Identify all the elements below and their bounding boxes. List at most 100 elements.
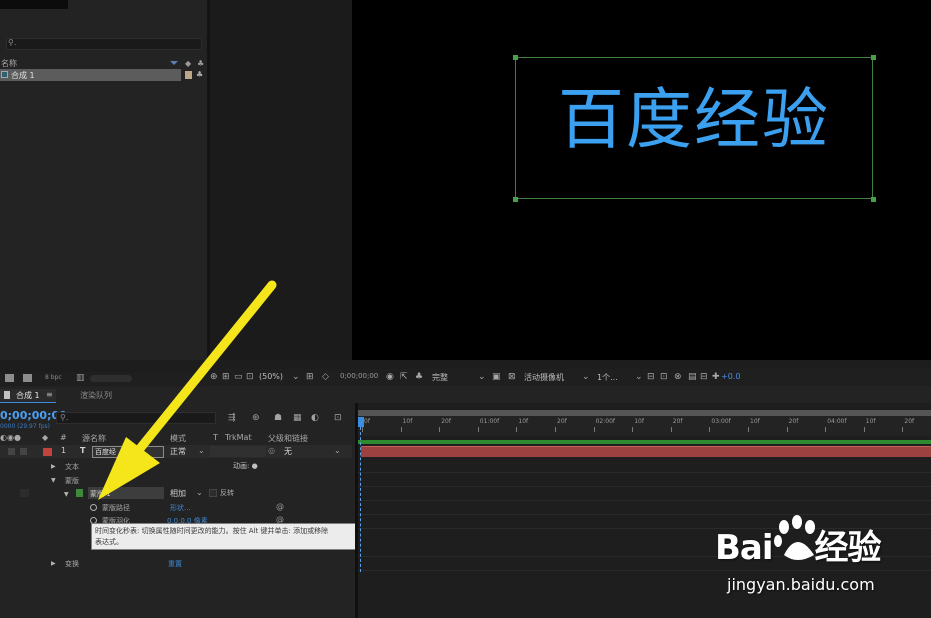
new-comp-icon[interactable] bbox=[23, 374, 32, 382]
mask-path-property[interactable]: 蒙版路径 bbox=[102, 503, 130, 513]
collapse-masks-triangle[interactable]: ▼ bbox=[51, 477, 56, 484]
project-scrollbar[interactable] bbox=[90, 375, 132, 382]
transform-reset[interactable]: 重置 bbox=[168, 559, 182, 569]
layer-label-color[interactable] bbox=[43, 448, 52, 456]
expand-text-triangle[interactable]: ▶ bbox=[51, 463, 56, 470]
expression-icon[interactable]: @ bbox=[276, 502, 284, 511]
folder-icon[interactable] bbox=[5, 374, 14, 382]
show-snapshot-icon[interactable]: ⇱ bbox=[400, 372, 408, 382]
project-column-header[interactable]: 名称 ◆ ♣ bbox=[0, 57, 207, 69]
chevron-down-icon[interactable]: ⌄ bbox=[292, 372, 300, 382]
monitor-icon[interactable]: ▭ bbox=[234, 372, 243, 382]
comp-mini-flowchart-icon[interactable]: ⇶ bbox=[228, 413, 236, 423]
collapse-mask1-triangle[interactable]: ▼ bbox=[64, 491, 69, 498]
text-property[interactable]: 文本 bbox=[65, 462, 79, 472]
playhead-handle[interactable] bbox=[358, 417, 364, 427]
parent-dropdown[interactable]: 无 bbox=[284, 446, 292, 457]
trkmat-column[interactable]: TrkMat bbox=[225, 433, 252, 442]
dependency-tree-icon[interactable]: ♣ bbox=[197, 59, 204, 68]
parent-column[interactable]: 父级和链接 bbox=[268, 433, 308, 444]
fast-preview-icon[interactable]: ▤ bbox=[688, 372, 697, 382]
mask-mode-dropdown[interactable]: 相加 bbox=[170, 488, 186, 499]
stopwatch-icon[interactable] bbox=[90, 504, 97, 511]
label-color-swatch[interactable] bbox=[185, 71, 192, 79]
expand-transform-triangle[interactable]: ▶ bbox=[51, 560, 56, 567]
magnify-icon[interactable]: ⊕ bbox=[210, 372, 218, 382]
pickwhip-icon[interactable]: ◎ bbox=[268, 446, 275, 455]
layer-row-1[interactable]: 1 T 百度经 正常 ⌄ ◎ 无 ⌄ bbox=[0, 445, 352, 458]
chevron-down-icon[interactable]: ⌄ bbox=[198, 446, 205, 455]
watermark-bai: Bai bbox=[715, 528, 774, 568]
mask-path-value[interactable]: 形状... bbox=[170, 503, 191, 513]
label-tag-icon[interactable]: ◆ bbox=[185, 59, 191, 68]
blend-mode-dropdown[interactable]: 正常 bbox=[170, 446, 186, 457]
motion-blur-icon[interactable]: ◐ bbox=[311, 413, 319, 423]
close-icon[interactable] bbox=[4, 391, 10, 399]
snapshot-icon[interactable]: ◉ bbox=[386, 372, 394, 382]
tab-menu-icon[interactable]: ≡ bbox=[46, 390, 53, 399]
fit-icon[interactable]: ⊞ bbox=[306, 372, 314, 382]
video-switch[interactable] bbox=[8, 448, 15, 455]
chevron-down-icon[interactable]: ⌄ bbox=[478, 372, 486, 382]
playhead-line[interactable] bbox=[360, 427, 361, 572]
layout-icon[interactable]: ⊟ bbox=[647, 372, 655, 382]
work-area-bar[interactable] bbox=[358, 440, 931, 444]
masks-property[interactable]: 蒙版 bbox=[65, 476, 79, 486]
bbox-handle-bottom-right[interactable] bbox=[871, 197, 876, 202]
bit-depth-label[interactable]: 8 bpc bbox=[45, 374, 62, 381]
color-channel-icon[interactable]: ♣ bbox=[415, 372, 423, 382]
bbox-handle-top-left[interactable] bbox=[513, 55, 518, 60]
mode-column[interactable]: 模式 bbox=[170, 433, 186, 444]
mask-color-swatch[interactable] bbox=[76, 489, 83, 497]
layer-duration-bar[interactable] bbox=[361, 446, 931, 457]
zoom-dropdown[interactable]: (50%) bbox=[259, 372, 283, 381]
tab-render-queue[interactable]: 渲染队列 bbox=[80, 390, 112, 401]
bbox-handle-top-right[interactable] bbox=[871, 55, 876, 60]
mask-lock-switch[interactable] bbox=[20, 489, 29, 497]
shy-layers-icon[interactable]: ☗ bbox=[274, 413, 282, 423]
reset-exposure-icon[interactable]: ⊗ bbox=[674, 372, 682, 382]
timeline-icon[interactable]: ⊟ bbox=[700, 372, 708, 382]
name-column-label[interactable]: 名称 bbox=[1, 58, 17, 69]
exposure-icon[interactable]: ✚ bbox=[712, 372, 720, 382]
source-name-column[interactable]: 源名称 bbox=[82, 433, 106, 444]
transparency-grid-icon[interactable]: ⊠ bbox=[508, 372, 516, 382]
chevron-down-icon[interactable]: ⌄ bbox=[635, 372, 643, 382]
chevron-down-icon[interactable]: ⌄ bbox=[196, 488, 203, 497]
trkmat-dropdown[interactable] bbox=[210, 446, 266, 457]
chevron-down-icon[interactable]: ⌄ bbox=[582, 372, 590, 382]
label-column-icon[interactable]: ◆ bbox=[42, 433, 48, 442]
transform-property[interactable]: 变换 bbox=[65, 559, 79, 569]
region-icon[interactable]: ⊡ bbox=[246, 372, 254, 382]
trash-icon[interactable]: ▥ bbox=[76, 373, 85, 383]
roi-icon[interactable]: ▣ bbox=[492, 372, 501, 382]
sort-arrow-icon[interactable] bbox=[170, 61, 178, 65]
layer-name-field[interactable]: 百度经 bbox=[92, 446, 164, 458]
solo-switch[interactable] bbox=[20, 448, 27, 455]
views-dropdown[interactable]: 1个... bbox=[597, 372, 618, 383]
hash-column[interactable]: # bbox=[60, 433, 67, 442]
timeline-search-input[interactable]: ⚲. bbox=[56, 412, 216, 424]
search-icon: ⚲. bbox=[8, 38, 17, 47]
composition-text[interactable]: 百度经验 bbox=[515, 66, 873, 162]
mask-invert-checkbox[interactable] bbox=[209, 489, 217, 497]
viewer-timecode[interactable]: 0;00;00;00 bbox=[340, 372, 378, 380]
camera-dropdown[interactable]: 活动摄像机 bbox=[524, 372, 564, 383]
project-item-comp[interactable]: 合成 1 bbox=[0, 69, 181, 81]
bbox-handle-bottom-left[interactable] bbox=[513, 197, 518, 202]
draft-3d-icon[interactable]: ⊡ bbox=[660, 372, 668, 382]
project-search-input[interactable]: ⚲. bbox=[6, 38, 202, 50]
frame-blending-icon[interactable]: ▦ bbox=[293, 413, 302, 423]
mask-toggle-icon[interactable]: ◇ bbox=[322, 372, 329, 382]
t-column[interactable]: T bbox=[213, 433, 218, 442]
chevron-down-icon[interactable]: ⌄ bbox=[334, 446, 341, 455]
animate-menu[interactable]: 动画: ● bbox=[233, 461, 258, 471]
mask-name-field[interactable]: 蒙版 1 bbox=[88, 487, 164, 499]
resolution-dropdown[interactable]: 完整 bbox=[432, 372, 448, 383]
grid-icon[interactable]: ⊞ bbox=[222, 372, 230, 382]
graph-editor-icon[interactable]: ⊡ bbox=[334, 413, 342, 423]
av-switches-icon[interactable]: ◐◉● bbox=[0, 433, 21, 442]
ruler-tick-label: 04:00f bbox=[827, 418, 847, 425]
exposure-value[interactable]: +0.0 bbox=[721, 372, 740, 381]
draft-3d-icon[interactable]: ⊛ bbox=[252, 413, 260, 423]
